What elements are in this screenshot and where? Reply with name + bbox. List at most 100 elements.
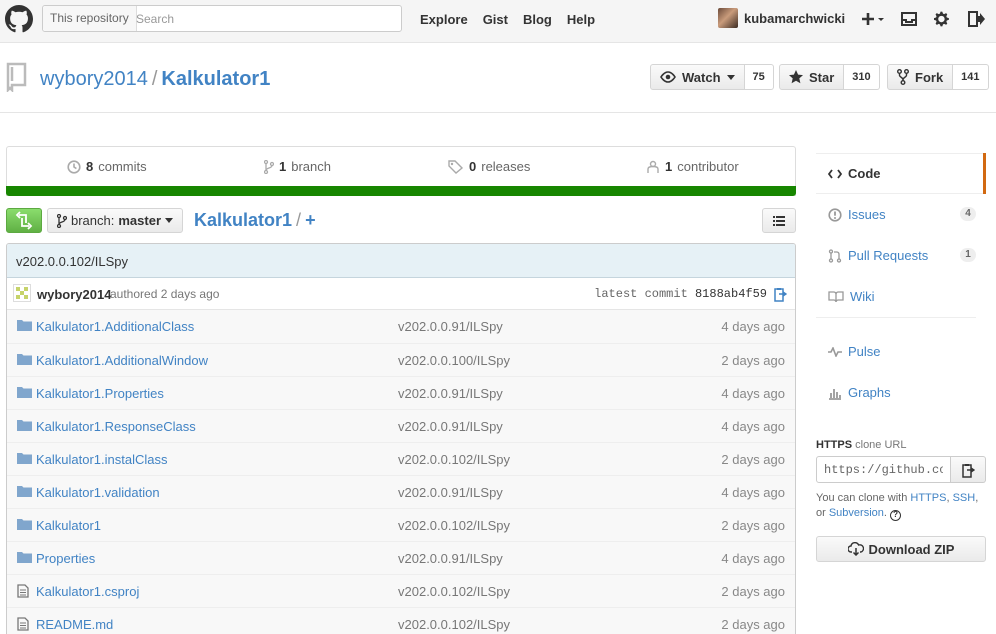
latest-commit: latest commit 8188ab4f59 [594,287,767,301]
watch-button[interactable]: Watch [650,64,745,90]
stat-releases[interactable]: 0 releases [448,159,530,174]
list-view-button[interactable] [762,208,796,233]
file-name-link[interactable]: README.md [36,617,113,632]
pulls-count-badge: 1 [960,248,976,262]
nav-help-link[interactable]: Help [567,12,595,27]
file-name-link[interactable]: Kalkulator1.instalClass [36,452,168,467]
clone-https-link[interactable]: HTTPS [910,492,946,504]
clone-subversion-link[interactable]: Subversion [829,507,884,519]
add-file-button[interactable]: + [305,210,316,230]
folder-icon [17,519,32,530]
download-zip-button[interactable]: Download ZIP [816,536,986,562]
watch-count[interactable]: 75 [744,64,774,90]
fork-button[interactable]: Fork [887,64,954,90]
table-row[interactable]: Kalkulator1.ResponseClass v202.0.0.91/ILS… [7,409,795,442]
clone-url-input[interactable] [816,456,951,483]
language-bar[interactable] [6,186,796,196]
avatar[interactable] [718,8,738,28]
sidebar-item-graphs[interactable]: Graphs [816,372,986,413]
file-name-link[interactable]: Kalkulator1.ResponseClass [36,419,196,434]
clone-url-box [816,456,986,483]
commit-sha[interactable]: 8188ab4f59 [695,287,767,301]
clipboard-icon[interactable] [773,286,787,302]
file-commit-message[interactable]: v202.0.0.102/ILSpy [398,518,510,533]
stat-contributors[interactable]: 1 contributor [646,159,739,174]
folder-icon [17,453,32,464]
sidebar-item-pull-requests[interactable]: Pull Requests 1 [816,235,986,276]
file-commit-message[interactable]: v202.0.0.91/ILSpy [398,386,503,401]
nav-blog-link[interactable]: Blog [523,12,552,27]
chevron-down-icon [726,74,735,80]
file-commit-message[interactable]: v202.0.0.91/ILSpy [398,485,503,500]
sidebar-item-pulse[interactable]: Pulse [816,331,986,372]
table-row[interactable]: Kalkulator1.AdditionalWindow v202.0.0.100… [7,343,795,376]
file-age: 4 days ago [721,551,785,566]
file-age: 2 days ago [721,518,785,533]
table-row[interactable]: Kalkulator1 v202.0.0.102/ILSpy 2 days ago [7,508,795,541]
list-icon [773,216,785,226]
notifications-icon[interactable] [901,10,917,28]
clone-ssh-link[interactable]: SSH [953,492,976,504]
file-name-link[interactable]: Kalkulator1 [36,518,101,533]
star-count[interactable]: 310 [844,64,880,90]
file-commit-message[interactable]: v202.0.0.102/ILSpy [398,617,510,632]
sidebar-item-issues[interactable]: Issues 4 [816,194,986,235]
file-commit-message[interactable]: v202.0.0.100/ILSpy [398,353,510,368]
fork-count[interactable]: 141 [953,64,989,90]
file-age: 4 days ago [721,319,785,334]
star-icon [789,70,803,84]
sidebar-pulse-label: Pulse [848,344,881,359]
file-name-link[interactable]: Kalkulator1.csproj [36,584,139,599]
nav-explore-link[interactable]: Explore [420,12,468,27]
table-row[interactable]: Properties v202.0.0.91/ILSpy 4 days ago [7,541,795,574]
nav-gist-link[interactable]: Gist [483,12,508,27]
create-new-icon[interactable] [862,10,886,28]
file-name-link[interactable]: Kalkulator1.AdditionalWindow [36,353,208,368]
author-avatar[interactable] [13,284,31,302]
username[interactable]: kubamarchwicki [744,11,845,26]
sidebar-item-code[interactable]: Code [816,153,986,194]
repo-name-link[interactable]: Kalkulator1 [161,68,270,90]
stat-branches[interactable]: 1 branch [264,159,331,174]
file-commit-message[interactable]: v202.0.0.102/ILSpy [398,584,510,599]
breadcrumb-root-link[interactable]: Kalkulator1 [194,210,292,230]
download-zip-label: Download ZIP [868,541,955,557]
commit-author[interactable]: wybory2014 [37,287,111,302]
table-row[interactable]: README.md v202.0.0.102/ILSpy 2 days ago [7,607,795,634]
star-button[interactable]: Star [779,64,845,90]
github-logo-icon[interactable] [5,5,33,33]
file-name-link[interactable]: Kalkulator1.validation [36,485,160,500]
file-name-link[interactable]: Kalkulator1.Properties [36,386,164,401]
table-row[interactable]: Kalkulator1.validation v202.0.0.91/ILSpy 4… [7,475,795,508]
file-commit-message[interactable]: v202.0.0.102/ILSpy [398,452,510,467]
file-commit-message[interactable]: v202.0.0.91/ILSpy [398,551,503,566]
stat-commits[interactable]: 8 commits [67,159,147,174]
table-row[interactable]: Kalkulator1.csproj v202.0.0.102/ILSpy 2 da… [7,574,795,607]
table-row[interactable]: Kalkulator1.instalClass v202.0.0.102/ILSp… [7,442,795,475]
search-input[interactable] [136,8,391,29]
sign-out-icon[interactable] [967,10,985,28]
organization-icon [647,160,659,173]
user-menu[interactable]: kubamarchwicki [718,8,845,28]
gear-icon[interactable] [934,10,951,28]
copy-clone-url-button[interactable] [951,456,986,483]
help-icon[interactable]: ? [890,510,902,521]
file-age: 4 days ago [721,386,785,401]
file-commit-message[interactable]: v202.0.0.91/ILSpy [398,319,503,334]
branch-icon [264,159,274,174]
branch-select-button[interactable]: branch: master [47,208,184,233]
table-row[interactable]: Kalkulator1.AdditionalClass v202.0.0.91/I… [7,310,795,343]
sidebar-wiki-label: Wiki [850,289,875,304]
search-box: This repository [42,5,402,32]
file-name-link[interactable]: Kalkulator1.AdditionalClass [36,319,194,334]
clone-url-label: HTTPS clone URL [816,439,906,451]
compare-review-button[interactable] [6,208,42,233]
file-name-link[interactable]: Properties [36,551,95,566]
table-row[interactable]: Kalkulator1.Properties v202.0.0.91/ILSpy 4… [7,376,795,409]
file-commit-message[interactable]: v202.0.0.91/ILSpy [398,419,503,434]
folder-icon [17,354,32,365]
commit-title[interactable]: v202.0.0.102/ILSpy [7,244,795,278]
sidebar-item-wiki[interactable]: Wiki [816,276,986,317]
sidebar-divider [816,317,976,331]
repo-owner-link[interactable]: wybory2014 [40,68,148,90]
